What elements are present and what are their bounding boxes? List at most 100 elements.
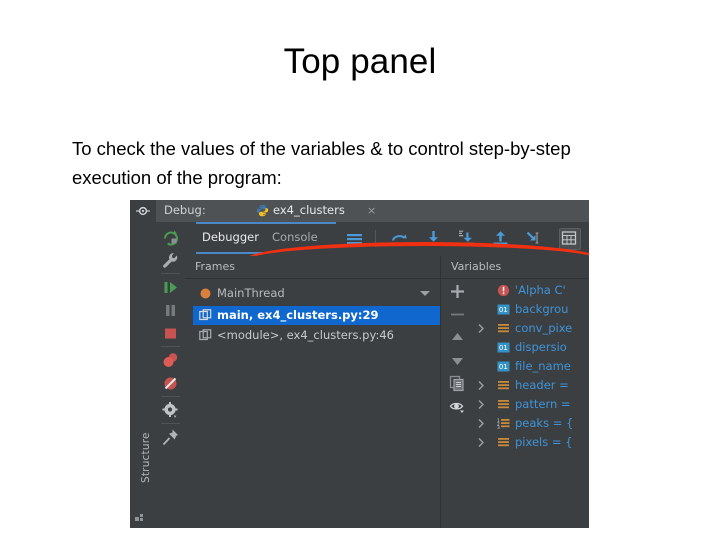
stop-icon[interactable] xyxy=(161,324,180,343)
list-item[interactable]: MainThread xyxy=(193,284,440,303)
slide-body-text: To check the values of the variables & t… xyxy=(72,138,571,188)
frames-header-label: Frames xyxy=(195,260,236,273)
chevron-right-icon[interactable] xyxy=(477,437,486,448)
tab-debugger[interactable]: Debugger xyxy=(202,230,259,244)
list-item[interactable]: 01 file_name xyxy=(475,357,589,376)
step-over-icon[interactable] xyxy=(390,229,409,248)
svg-text:01: 01 xyxy=(499,306,508,314)
variable-label: conv_pixe xyxy=(515,321,573,335)
debug-titlebar: Debug: ex4_clusters × xyxy=(130,200,589,222)
debug-label: Debug: xyxy=(164,203,206,217)
frames-gutter xyxy=(185,279,193,528)
variables-list: 'Alpha C' 01 backgrou conv_pixe 01 dispe… xyxy=(475,279,589,528)
copy-value-icon[interactable] xyxy=(449,375,466,392)
debug-session-tab[interactable]: ex4_clusters xyxy=(273,203,345,217)
variables-panel: 'Alpha C' 01 backgrou conv_pixe 01 dispe… xyxy=(441,279,589,528)
mute-breakpoints-icon[interactable] xyxy=(161,374,180,393)
variable-label: dispersio xyxy=(515,340,567,354)
titlebar-left-gutter xyxy=(130,200,156,222)
debugger-tabs-row: Debugger Console xyxy=(185,222,589,278)
list-item[interactable]: 01 backgrou xyxy=(475,300,589,319)
chevron-right-icon[interactable] xyxy=(477,380,486,391)
pause-program-icon[interactable] xyxy=(161,301,180,320)
variable-label: header = xyxy=(515,378,569,392)
list-item[interactable]: 1 2 3 peaks = { xyxy=(475,414,589,433)
variable-label: pattern = xyxy=(515,397,571,411)
tab-top-accent xyxy=(196,222,336,224)
wrench-settings-icon[interactable] xyxy=(161,251,180,270)
collection-icon xyxy=(498,400,509,409)
view-breakpoints-icon[interactable] xyxy=(161,351,180,370)
svg-text:3: 3 xyxy=(497,425,500,430)
number-value-icon: 01 xyxy=(497,304,510,315)
number-value-icon: 01 xyxy=(497,342,510,353)
close-icon[interactable]: × xyxy=(367,204,376,217)
variables-toolbar xyxy=(441,279,474,528)
chevron-right-icon[interactable] xyxy=(477,418,486,429)
svg-text:01: 01 xyxy=(499,344,508,352)
table-row[interactable]: <module>, ex4_clusters.py:46 xyxy=(193,326,440,345)
svg-text:01: 01 xyxy=(499,363,508,371)
list-item[interactable]: conv_pixe xyxy=(475,319,589,338)
variable-label: backgrou xyxy=(515,302,569,316)
frames-panel-header: Frames xyxy=(185,256,440,278)
collection-icon xyxy=(498,438,509,447)
frame-icon xyxy=(199,309,212,321)
move-up-icon[interactable] xyxy=(449,329,466,346)
debug-actions-toolbar xyxy=(156,222,185,528)
variable-label: 'Alpha C' xyxy=(515,283,566,297)
variables-panel-header: Variables xyxy=(441,256,589,278)
variable-label: peaks = { xyxy=(515,416,574,430)
frame-label: MainThread xyxy=(217,286,285,300)
list-item[interactable]: header = xyxy=(475,376,589,395)
variables-header-label: Variables xyxy=(451,260,502,273)
variable-label: file_name xyxy=(515,359,571,373)
thread-dot-icon xyxy=(200,288,211,299)
debug-tool-window-screenshot: Debug: ex4_clusters × Structure Debugger… xyxy=(130,200,589,528)
table-row[interactable]: main, ex4_clusters.py:29 xyxy=(193,306,440,325)
toolbar-divider xyxy=(161,423,180,424)
frames-panel: MainThread main, ex4_clusters.py:29 <mod… xyxy=(185,279,440,528)
pin-icon[interactable] xyxy=(161,428,180,447)
list-item[interactable]: pixels = { xyxy=(475,433,589,452)
frame-icon xyxy=(199,329,212,341)
python-logo-icon xyxy=(256,204,269,217)
add-watch-icon[interactable] xyxy=(449,283,466,300)
tab-console[interactable]: Console xyxy=(272,230,318,244)
number-value-icon: 01 xyxy=(497,361,510,372)
toolbar-divider xyxy=(161,396,180,397)
chevron-down-icon[interactable] xyxy=(420,291,430,296)
titlebar-body: Debug: ex4_clusters × xyxy=(156,200,589,222)
chevron-right-icon[interactable] xyxy=(477,323,486,334)
list-item[interactable]: pattern = xyxy=(475,395,589,414)
toolbar-divider xyxy=(375,230,376,247)
step-into-icon[interactable] xyxy=(424,229,443,248)
chevron-right-icon[interactable] xyxy=(477,399,486,410)
run-to-cursor-icon[interactable] xyxy=(524,229,543,248)
page-title: Top panel xyxy=(283,42,437,81)
toolbar-divider xyxy=(161,346,180,347)
inspect-eye-icon[interactable] xyxy=(449,398,466,415)
show-execution-point-icon[interactable] xyxy=(345,229,364,248)
structure-sidebar-strip: Structure xyxy=(130,222,156,528)
list-item[interactable]: 'Alpha C' xyxy=(475,281,589,300)
hide-panel-icon[interactable] xyxy=(135,205,151,217)
collection-icon xyxy=(498,324,509,333)
step-out-icon[interactable] xyxy=(491,229,510,248)
force-step-into-icon[interactable] xyxy=(457,229,476,248)
collection-icon xyxy=(498,381,509,390)
list-item[interactable]: 01 dispersio xyxy=(475,338,589,357)
remove-watch-icon[interactable] xyxy=(449,306,466,323)
indexed-collection-icon: 1 2 3 xyxy=(497,418,510,430)
evaluate-expression-icon[interactable] xyxy=(559,228,581,250)
sidebar-item-structure[interactable]: Structure xyxy=(140,413,156,483)
move-down-icon[interactable] xyxy=(449,352,466,369)
tab-active-underline xyxy=(196,252,264,254)
variable-label: pixels = { xyxy=(515,435,573,449)
frame-label: <module>, ex4_clusters.py:46 xyxy=(217,328,394,342)
exception-icon xyxy=(497,284,510,297)
rerun-icon[interactable] xyxy=(161,228,180,247)
toolbar-divider xyxy=(161,273,180,274)
resume-program-icon[interactable] xyxy=(161,278,180,297)
settings-gear-icon[interactable] xyxy=(161,401,180,420)
